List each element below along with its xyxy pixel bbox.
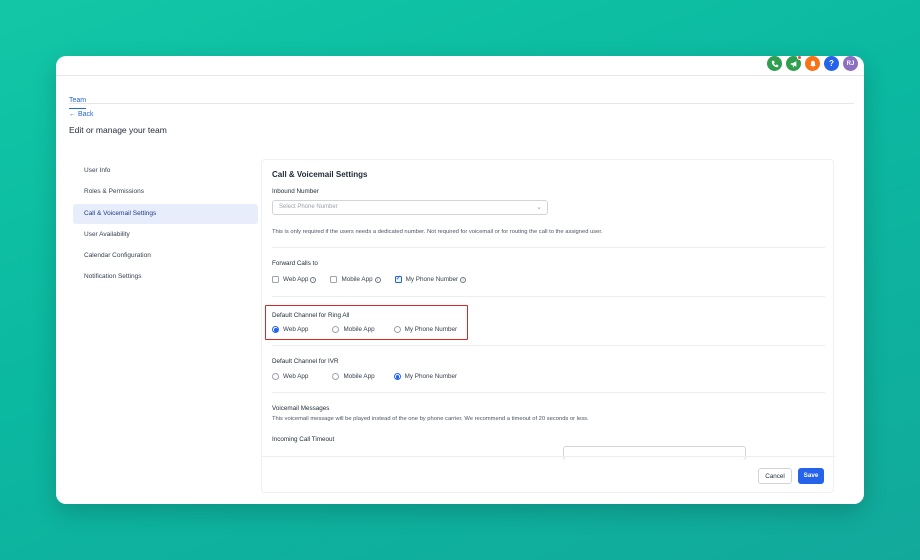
option-label: Mobile App [341,276,373,283]
radio-selected[interactable] [393,373,401,380]
divider [272,392,825,393]
avatar[interactable]: RJ [843,56,858,71]
sidebar-item-user-info[interactable]: User Info [73,161,258,181]
option-label: My Phone Number [405,276,459,283]
info-icon[interactable]: i [460,276,467,283]
top-bar: ? RJ [56,56,864,76]
option-label: Web App [283,276,309,283]
cancel-button[interactable]: Cancel [758,468,792,484]
tab-team[interactable]: Team [69,97,87,109]
radio[interactable] [272,373,279,380]
chevron-down-icon: ⌄ [536,204,542,211]
sidebar-item-calendar-configuration[interactable]: Calendar Configuration [73,246,258,266]
checkbox[interactable] [330,276,338,283]
info-icon[interactable]: i [310,276,317,283]
sidebar-item-user-availability[interactable]: User Availability [73,225,258,245]
info-icon[interactable]: i [374,276,381,283]
sidebar-item-notification-settings[interactable]: Notification Settings [73,267,258,287]
divider [272,296,825,297]
divider [272,345,825,346]
voicemail-help-text: This voicemail message will be played in… [272,416,589,422]
settings-sidebar: User Info Roles & Permissions Call & Voi… [73,161,258,289]
phone-icon[interactable] [767,56,782,71]
forward-calls-label: Forward Calls to [272,260,318,267]
save-button[interactable]: Save [798,468,824,484]
tab-bar: Team [69,89,854,109]
section-title: Call & Voicemail Settings [272,170,368,179]
select-placeholder: Select Phone Number [279,204,338,210]
checkbox-checked[interactable] [394,274,402,283]
incoming-call-timeout-label: Incoming Call Timeout [272,436,335,443]
megaphone-icon[interactable] [786,56,802,71]
ivr-my-phone-number-radio[interactable]: My Phone Number [393,373,458,380]
option-label: Mobile App [343,373,375,380]
voicemail-label: Voicemail Messages [272,405,330,412]
option-label: My Phone Number [404,373,458,380]
forward-web-app-checkbox[interactable]: Web App i [272,276,317,283]
ivr-web-app-radio[interactable]: Web App [272,373,308,380]
option-label: Web App [283,373,309,380]
notification-dot [797,56,802,60]
inbound-help-text: This is only required if the users needs… [272,229,603,235]
help-icon[interactable]: ? [824,56,839,71]
ivr-label: Default Channel for IVR [272,358,339,365]
top-icons: ? RJ [767,56,858,71]
ring-all-highlight-box [265,305,468,340]
divider [272,247,825,248]
incoming-call-timeout-input[interactable] [563,446,746,460]
back-link[interactable]: ← Back [69,111,94,118]
forward-mobile-app-checkbox[interactable]: Mobile App i [330,276,381,283]
sidebar-item-roles-permissions[interactable]: Roles & Permissions [73,182,258,202]
app-window: ? RJ Team ← Back Edit or manage your tea… [56,56,864,504]
page-title: Edit or manage your team [69,125,167,135]
ivr-mobile-app-radio[interactable]: Mobile App [332,373,375,380]
forward-calls-options: Web App i Mobile App i My Phone Number i [272,274,480,283]
sidebar-item-call-voicemail[interactable]: Call & Voicemail Settings [73,203,258,224]
forward-my-phone-number-checkbox[interactable]: My Phone Number i [394,274,467,283]
inbound-number-label: Inbound Number [272,188,319,195]
ivr-options: Web App Mobile App My Phone Number [272,373,471,380]
footer-divider [262,456,835,457]
checkbox[interactable] [272,276,279,283]
bell-icon[interactable] [805,56,820,71]
radio[interactable] [332,373,340,380]
inbound-number-select[interactable]: Select Phone Number ⌄ [272,200,548,215]
